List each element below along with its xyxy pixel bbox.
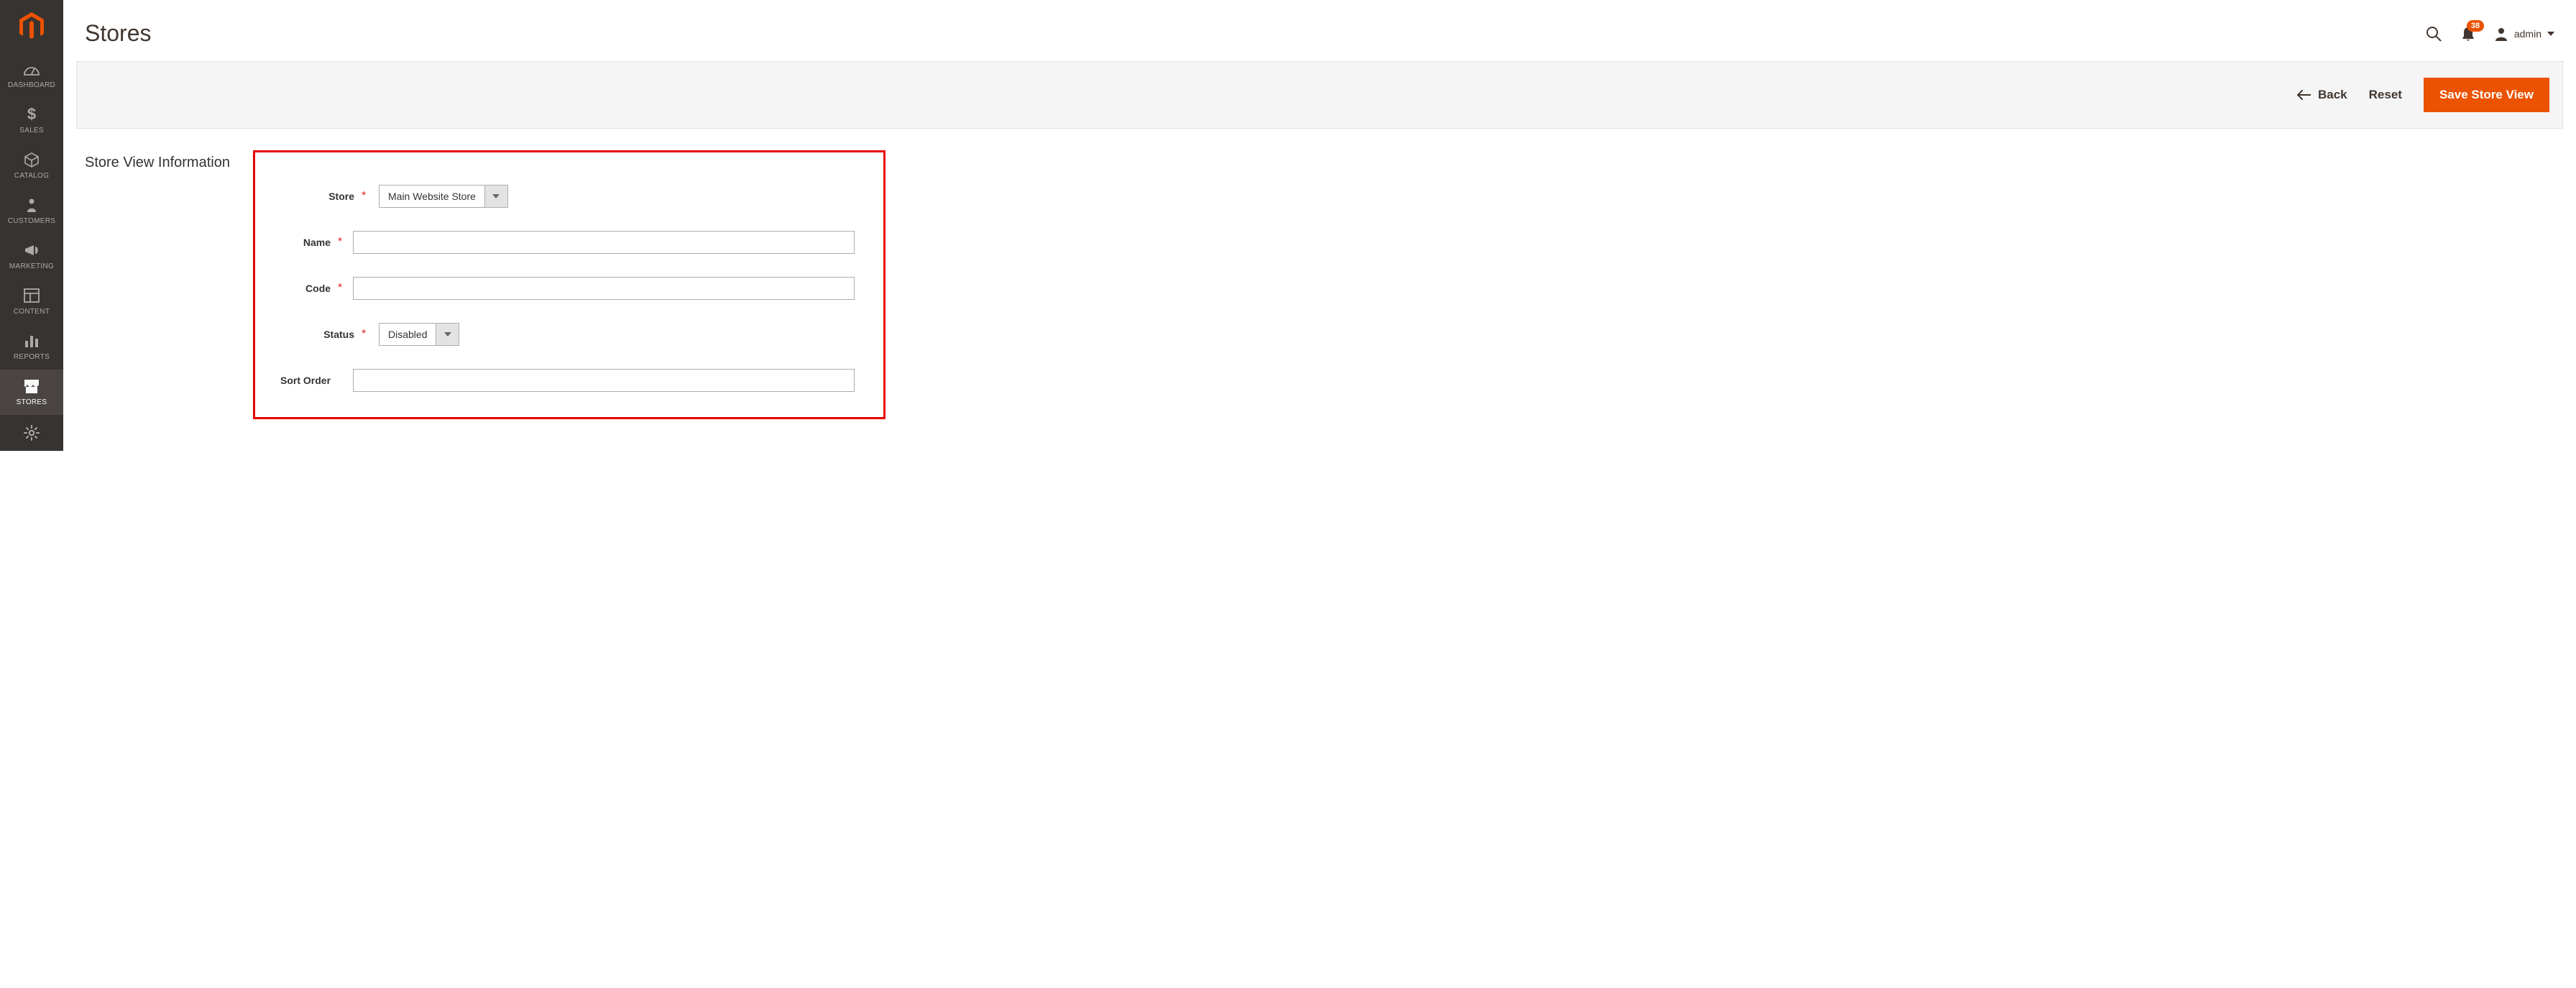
status-selected-value: Disabled [380, 324, 436, 345]
name-label: Name [277, 237, 334, 248]
svg-text:$: $ [27, 106, 36, 123]
search-button[interactable] [2425, 25, 2442, 42]
gauge-icon [23, 60, 40, 78]
sidebar-item-content[interactable]: CONTENT [0, 279, 63, 324]
required-mark: * [362, 328, 369, 341]
sidebar-item-label: MARKETING [9, 262, 54, 270]
sidebar-item-label: CONTENT [14, 308, 50, 316]
sidebar-item-label: SALES [19, 127, 44, 134]
page-title: Stores [85, 20, 151, 47]
reset-button[interactable]: Reset [2369, 88, 2402, 102]
main-content: Stores 38 admin [63, 0, 2576, 451]
status-select[interactable]: Disabled [379, 323, 459, 346]
code-label: Code [277, 283, 334, 294]
search-icon [2425, 25, 2442, 42]
sidebar: DASHBOARD $ SALES CATALOG CUSTOMERS MARK… [0, 0, 63, 451]
sidebar-item-label: CUSTOMERS [8, 217, 55, 225]
reset-label: Reset [2369, 88, 2402, 101]
magento-logo[interactable] [0, 0, 63, 52]
sort-order-input[interactable] [353, 369, 855, 392]
field-status: Status * Disabled [277, 322, 855, 347]
section-title: Store View Information [85, 150, 236, 171]
bar-chart-icon [24, 331, 40, 350]
megaphone-icon [23, 241, 40, 260]
sidebar-item-customers[interactable]: CUSTOMERS [0, 188, 63, 234]
store-label: Store [277, 191, 357, 202]
chevron-down-icon [484, 186, 507, 207]
required-mark: * [338, 236, 343, 249]
store-view-form: Store * Main Website Store Name * [253, 150, 886, 419]
sidebar-item-dashboard[interactable]: DASHBOARD [0, 52, 63, 98]
sidebar-item-catalog[interactable]: CATALOG [0, 143, 63, 188]
sidebar-item-label: REPORTS [14, 353, 50, 361]
dollar-icon: $ [27, 105, 37, 124]
sidebar-item-system[interactable] [0, 415, 63, 451]
required-mark: * [338, 282, 343, 295]
store-select[interactable]: Main Website Store [379, 185, 508, 208]
name-input[interactable] [353, 231, 855, 254]
required-mark: * [362, 190, 369, 203]
sidebar-item-reports[interactable]: REPORTS [0, 324, 63, 370]
field-name: Name * [277, 230, 855, 255]
field-store: Store * Main Website Store [277, 184, 855, 209]
account-menu[interactable]: admin [2494, 27, 2554, 41]
store-selected-value: Main Website Store [380, 186, 484, 207]
action-bar: Back Reset Save Store View [76, 61, 2563, 129]
chevron-down-icon [436, 324, 459, 345]
sidebar-item-stores[interactable]: STORES [0, 370, 63, 415]
chevron-down-icon [2547, 32, 2554, 36]
field-sort-order: Sort Order [277, 368, 855, 393]
sidebar-item-label: CATALOG [14, 172, 49, 180]
save-label: Save Store View [2439, 88, 2534, 101]
save-button[interactable]: Save Store View [2424, 78, 2549, 112]
status-label: Status [277, 329, 357, 340]
user-icon [2494, 27, 2508, 41]
person-icon [26, 196, 37, 214]
sort-order-label: Sort Order [277, 375, 334, 386]
code-input[interactable] [353, 277, 855, 300]
cube-icon [24, 150, 40, 169]
arrow-left-icon [2296, 90, 2311, 100]
notification-badge: 38 [2467, 20, 2484, 32]
sidebar-item-label: STORES [17, 398, 47, 406]
username-label: admin [2514, 28, 2542, 40]
gear-icon [24, 425, 40, 441]
layout-icon [24, 286, 40, 305]
page-header: Stores 38 admin [63, 0, 2576, 61]
sidebar-item-marketing[interactable]: MARKETING [0, 234, 63, 279]
storefront-icon [23, 377, 40, 395]
back-label: Back [2318, 88, 2347, 102]
sidebar-item-label: DASHBOARD [8, 81, 55, 89]
field-code: Code * [277, 276, 855, 301]
back-button[interactable]: Back [2296, 88, 2347, 102]
sidebar-item-sales[interactable]: $ SALES [0, 98, 63, 143]
notifications-button[interactable]: 38 [2461, 26, 2475, 42]
